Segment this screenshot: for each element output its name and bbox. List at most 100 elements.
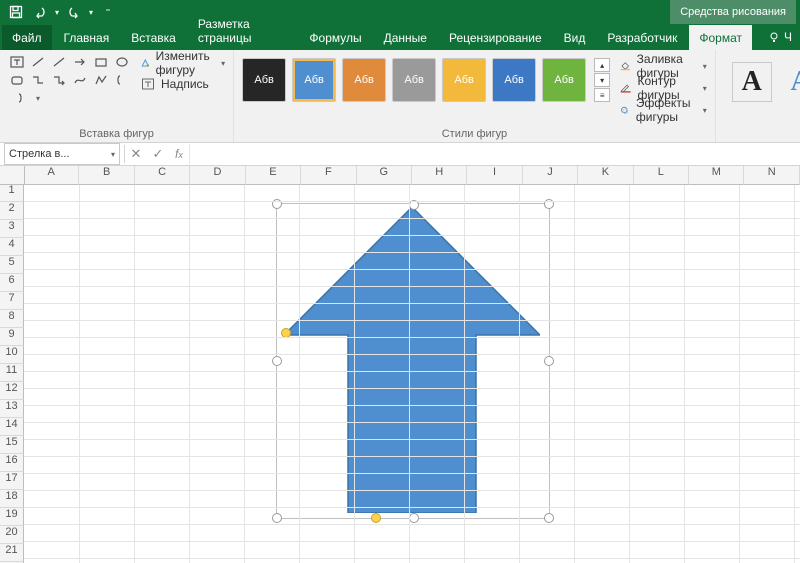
gallery-down-icon[interactable]: ▾	[594, 73, 610, 87]
tab-insert[interactable]: Вставка	[121, 25, 186, 50]
shape-rect-icon[interactable]	[92, 54, 110, 70]
name-box[interactable]: Стрелка в... ▾	[4, 143, 120, 165]
undo-dropdown-icon[interactable]: ▾	[52, 2, 62, 22]
shape-more-icon[interactable]: ▾	[29, 90, 47, 106]
row-header[interactable]: 9	[0, 328, 24, 346]
namebox-dropdown-icon[interactable]: ▾	[111, 150, 115, 159]
row-header[interactable]: 17	[0, 472, 24, 490]
tab-page-layout[interactable]: Разметка страницы	[188, 11, 298, 50]
column-header[interactable]: M	[689, 166, 744, 185]
row-header[interactable]: 10	[0, 346, 24, 364]
redo-icon[interactable]	[62, 2, 86, 22]
row-header[interactable]: 4	[0, 238, 24, 256]
row-header[interactable]: 12	[0, 382, 24, 400]
enter-formula-icon[interactable]: ✓	[147, 144, 169, 164]
cancel-formula-icon[interactable]: ✕	[125, 144, 147, 164]
tell-me[interactable]: Ч	[762, 24, 798, 50]
row-header[interactable]: 3	[0, 220, 24, 238]
row-header[interactable]: 5	[0, 256, 24, 274]
shape-gallery[interactable]: ▾	[8, 54, 131, 106]
column-header[interactable]: J	[523, 166, 578, 185]
style-swatch-0[interactable]: Абв	[242, 58, 286, 102]
shape-elbow-icon[interactable]	[29, 72, 47, 88]
shape-arrow-icon[interactable]	[71, 54, 89, 70]
fx-icon[interactable]: fx	[169, 147, 189, 161]
row-header[interactable]: 19	[0, 508, 24, 526]
column-header[interactable]: F	[301, 166, 356, 185]
shape-textbox-icon[interactable]	[8, 54, 26, 70]
row-header[interactable]: 21	[0, 544, 24, 562]
column-header[interactable]: N	[744, 166, 799, 185]
column-header[interactable]: G	[357, 166, 412, 185]
ribbon: ▾ Изменить фигуру▾ Надпись Вставка фигур…	[0, 50, 800, 143]
row-header[interactable]: 16	[0, 454, 24, 472]
select-all-corner[interactable]	[0, 166, 25, 185]
wordart-style-0[interactable]: A	[732, 62, 772, 102]
shape-line-icon[interactable]	[50, 54, 68, 70]
shape-brace2-icon[interactable]	[8, 90, 26, 106]
formula-input[interactable]	[189, 144, 800, 164]
row-header[interactable]: 7	[0, 292, 24, 310]
redo-dropdown-icon[interactable]: ▾	[86, 2, 96, 22]
tab-data[interactable]: Данные	[374, 25, 437, 50]
text-box-button[interactable]: Надпись	[141, 75, 225, 93]
row-header[interactable]: 2	[0, 202, 24, 220]
style-swatch-5[interactable]: Абв	[492, 58, 536, 102]
column-header[interactable]: A	[24, 166, 79, 185]
tab-view[interactable]: Вид	[554, 25, 596, 50]
effects-icon	[620, 103, 630, 117]
tab-review[interactable]: Рецензирование	[439, 25, 552, 50]
tab-home[interactable]: Главная	[54, 25, 120, 50]
tab-formulas[interactable]: Формулы	[299, 25, 371, 50]
row-header[interactable]: 18	[0, 490, 24, 508]
tab-file[interactable]: Файл	[2, 25, 52, 50]
shape-effects-button[interactable]: Эффекты фигуры▾	[620, 100, 707, 120]
resize-handle-e[interactable]	[544, 356, 554, 366]
shape-line-icon[interactable]	[29, 54, 47, 70]
style-swatch-4[interactable]: Абв	[442, 58, 486, 102]
cells-area[interactable]	[24, 184, 800, 563]
column-header[interactable]: C	[135, 166, 190, 185]
resize-handle-sw[interactable]	[272, 513, 282, 523]
style-swatch-3[interactable]: Абв	[392, 58, 436, 102]
adjust-handle-bottom[interactable]	[371, 513, 381, 523]
row-header[interactable]: 6	[0, 274, 24, 292]
row-header[interactable]: 13	[0, 400, 24, 418]
style-swatch-1[interactable]: Абв	[292, 58, 336, 102]
shape-oval-icon[interactable]	[113, 54, 131, 70]
edit-shape-button[interactable]: Изменить фигуру▾	[141, 54, 225, 72]
row-header[interactable]: 1	[0, 184, 24, 202]
column-header[interactable]: B	[79, 166, 134, 185]
tab-developer[interactable]: Разработчик	[597, 25, 687, 50]
resize-handle-se[interactable]	[544, 513, 554, 523]
row-header[interactable]: 8	[0, 310, 24, 328]
style-swatch-2[interactable]: Абв	[342, 58, 386, 102]
undo-icon[interactable]	[28, 2, 52, 22]
row-header[interactable]: 11	[0, 364, 24, 382]
row-header[interactable]: 14	[0, 418, 24, 436]
resize-handle-w[interactable]	[272, 356, 282, 366]
shape-elbow-arrow-icon[interactable]	[50, 72, 68, 88]
column-header[interactable]: I	[467, 166, 522, 185]
column-header[interactable]: K	[578, 166, 633, 185]
style-swatch-6[interactable]: Абв	[542, 58, 586, 102]
shape-outline-button[interactable]: Контур фигуры▾	[620, 78, 707, 98]
column-header[interactable]: L	[634, 166, 689, 185]
gallery-up-icon[interactable]: ▴	[594, 58, 610, 72]
wordart-style-1[interactable]: A	[782, 63, 800, 101]
qat-customize-icon[interactable]: ⁼	[96, 2, 120, 22]
shape-freeform-icon[interactable]	[92, 72, 110, 88]
shape-brace-icon[interactable]	[113, 72, 131, 88]
gallery-more-icon[interactable]: ≡	[594, 88, 610, 102]
resize-handle-s[interactable]	[409, 513, 419, 523]
tab-format[interactable]: Формат	[689, 25, 752, 50]
shape-fill-button[interactable]: Заливка фигуры▾	[620, 56, 707, 76]
shape-curve-icon[interactable]	[71, 72, 89, 88]
column-header[interactable]: H	[412, 166, 467, 185]
row-header[interactable]: 15	[0, 436, 24, 454]
shape-roundrect-icon[interactable]	[8, 72, 26, 88]
column-header[interactable]: D	[190, 166, 245, 185]
save-icon[interactable]	[4, 2, 28, 22]
column-header[interactable]: E	[246, 166, 301, 185]
row-header[interactable]: 20	[0, 526, 24, 544]
